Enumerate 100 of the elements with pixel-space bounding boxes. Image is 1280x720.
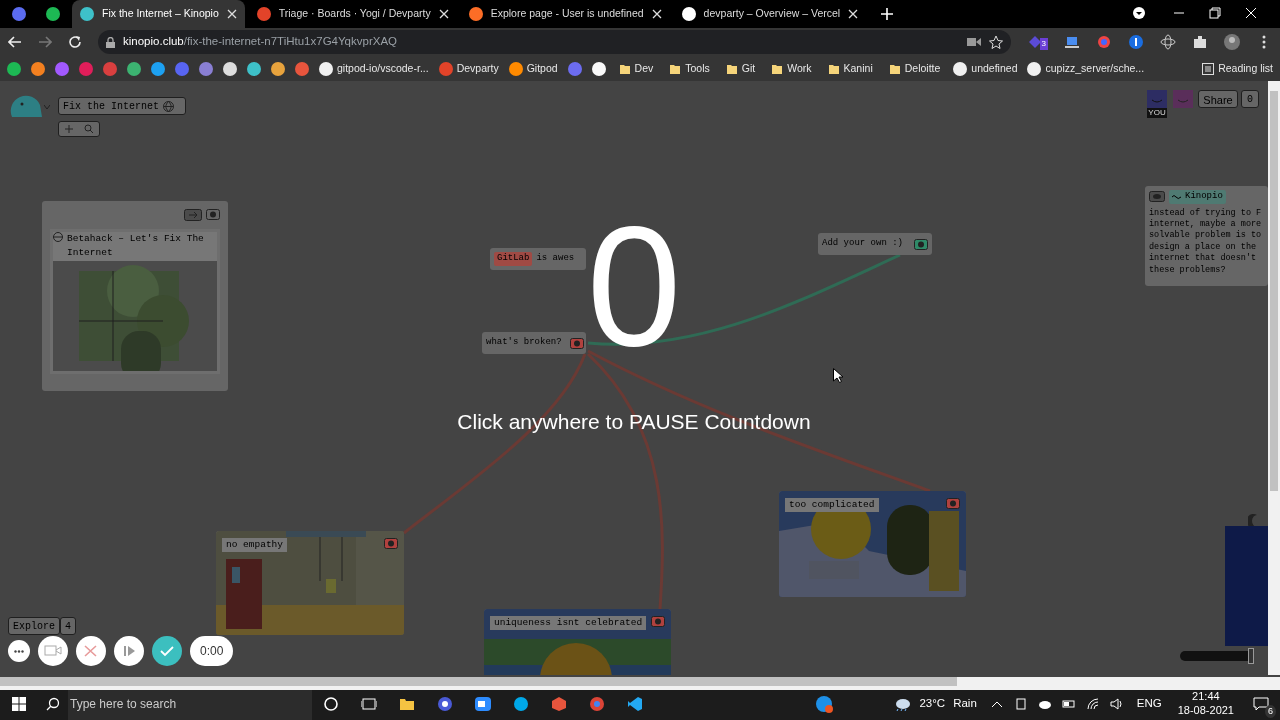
language-indicator[interactable]: ENG bbox=[1136, 695, 1162, 713]
connector-icon[interactable] bbox=[914, 238, 928, 250]
card-text: uniqueness isnt celebrated bbox=[490, 616, 647, 631]
battery-icon[interactable] bbox=[1061, 697, 1076, 711]
camera-icon[interactable] bbox=[966, 37, 981, 47]
camera-button[interactable] bbox=[38, 636, 68, 666]
help-icon bbox=[815, 695, 834, 713]
bookmark[interactable]: Deloitte bbox=[882, 57, 947, 80]
connector-icon[interactable] bbox=[569, 337, 584, 349]
connector-icon[interactable] bbox=[206, 209, 220, 220]
reading-list-button[interactable]: Reading list bbox=[1199, 57, 1276, 80]
puzzle-icon[interactable] bbox=[1192, 34, 1208, 50]
tag[interactable]: GitLab bbox=[494, 252, 533, 266]
forward-icon[interactable] bbox=[38, 35, 52, 49]
bookmark[interactable]: Git bbox=[719, 57, 762, 80]
folder-icon bbox=[888, 62, 901, 75]
camera-icon bbox=[44, 643, 62, 659]
connector-icon[interactable] bbox=[384, 538, 398, 549]
bookmark[interactable]: Dev bbox=[612, 57, 660, 80]
clock[interactable]: 21:44 18-08-2021 bbox=[1177, 690, 1234, 718]
scrollbar[interactable] bbox=[0, 677, 1280, 690]
card-text: no empathy bbox=[222, 538, 287, 553]
folder-icon bbox=[827, 62, 840, 75]
explore-button[interactable]: Explore bbox=[8, 617, 60, 635]
share-button[interactable]: Share bbox=[1198, 90, 1238, 108]
bookmark[interactable]: Kanini bbox=[821, 57, 879, 80]
scrollbar[interactable] bbox=[1268, 81, 1280, 675]
countdown-hint[interactable]: Click anywhere to PAUSE Countdown bbox=[444, 406, 824, 438]
wifi-icon[interactable] bbox=[1085, 697, 1100, 711]
folder-icon bbox=[725, 62, 738, 75]
link-card[interactable]: Betahack – Let's Fix The Internet bbox=[50, 229, 220, 374]
app-icon bbox=[513, 696, 529, 712]
task-view-icon bbox=[361, 696, 377, 712]
atom-icon[interactable] bbox=[1160, 34, 1176, 50]
confirm-button[interactable] bbox=[152, 636, 182, 666]
star-icon[interactable] bbox=[988, 35, 1003, 49]
card-text: too complicated bbox=[785, 498, 879, 513]
cortana-icon bbox=[323, 696, 339, 712]
card[interactable]: Add your own :) bbox=[818, 233, 932, 255]
connector-icon[interactable] bbox=[946, 498, 960, 509]
badge-count: 3 bbox=[1039, 38, 1048, 50]
image-card[interactable]: no empathy bbox=[216, 531, 404, 635]
card[interactable]: GitLab is awes bbox=[490, 248, 586, 270]
globe-icon bbox=[53, 232, 63, 242]
space-name-button[interactable]: Fix the Internet bbox=[58, 97, 186, 115]
tag[interactable]: Kinopio bbox=[1169, 190, 1226, 204]
search-field[interactable]: Type here to search bbox=[68, 688, 312, 720]
card-text: instead of trying to F internet, maybe a more solvable problem is to design a place on the internet that doesn't these problems? bbox=[1149, 207, 1263, 277]
check-icon bbox=[158, 643, 176, 659]
folder-icon bbox=[399, 696, 415, 712]
image-card[interactable]: uniqueness isnt celebrated bbox=[484, 609, 671, 675]
code-editor-icon bbox=[627, 696, 643, 712]
folder-icon bbox=[771, 62, 784, 75]
eye-icon[interactable] bbox=[1149, 191, 1165, 203]
browser-icon bbox=[589, 696, 605, 712]
restore-icon[interactable] bbox=[1208, 6, 1222, 20]
avatar-icon[interactable] bbox=[1224, 34, 1240, 50]
bookmark[interactable]: undefined bbox=[950, 57, 1021, 80]
close-icon[interactable] bbox=[651, 9, 662, 19]
bookmark[interactable]: gitpod-io/vscode-r... bbox=[316, 57, 432, 80]
countdown-number: 0 bbox=[586, 221, 682, 351]
dots-icon bbox=[14, 649, 24, 653]
video-icon bbox=[475, 696, 491, 712]
bookmark[interactable]: Tools bbox=[663, 57, 716, 80]
folder-icon bbox=[618, 62, 631, 75]
app-icon bbox=[437, 696, 453, 712]
reload-icon[interactable] bbox=[68, 35, 82, 49]
folder-icon bbox=[669, 62, 682, 75]
windows-logo-icon bbox=[12, 697, 26, 711]
timer[interactable]: 0:00 bbox=[190, 636, 234, 666]
globe-icon bbox=[163, 100, 174, 112]
notification-button[interactable]: 6 bbox=[1242, 688, 1280, 720]
image-card[interactable]: too complicated bbox=[779, 491, 966, 597]
cloud-icon bbox=[893, 697, 912, 711]
connector-icon[interactable] bbox=[651, 616, 665, 627]
app-icon bbox=[551, 696, 567, 712]
browser-tab[interactable]: Fix the Internet – Kinopio bbox=[72, 0, 245, 28]
user-count-button[interactable]: 0 bbox=[1241, 90, 1259, 108]
more-button[interactable] bbox=[8, 640, 30, 662]
card[interactable]: what's broken? bbox=[482, 332, 586, 354]
bookmark[interactable]: Work bbox=[765, 57, 818, 80]
cancel-button[interactable] bbox=[76, 636, 106, 666]
weather-widget[interactable]: 23°C Rain bbox=[893, 695, 977, 713]
lock-icon bbox=[106, 36, 115, 48]
new-tab-icon[interactable] bbox=[880, 7, 895, 21]
close-icon[interactable] bbox=[226, 9, 237, 19]
bookmark[interactable]: Gitpod bbox=[505, 57, 561, 80]
close-icon[interactable] bbox=[848, 9, 859, 19]
zoom-slider[interactable] bbox=[1180, 651, 1254, 661]
close-icon[interactable] bbox=[438, 9, 449, 19]
message-icon bbox=[1253, 697, 1269, 711]
chrome-menu-icon[interactable] bbox=[1132, 6, 1146, 20]
bookmark[interactable]: cupizz_server/sche... bbox=[1024, 57, 1148, 80]
volume-icon[interactable] bbox=[1109, 697, 1124, 711]
back-icon[interactable] bbox=[8, 35, 22, 49]
search-icon bbox=[46, 697, 60, 711]
count-button[interactable]: 4 bbox=[60, 617, 77, 635]
list-icon bbox=[1202, 62, 1215, 75]
bookmark[interactable]: Devparty bbox=[435, 57, 502, 80]
play-button[interactable] bbox=[114, 636, 144, 666]
